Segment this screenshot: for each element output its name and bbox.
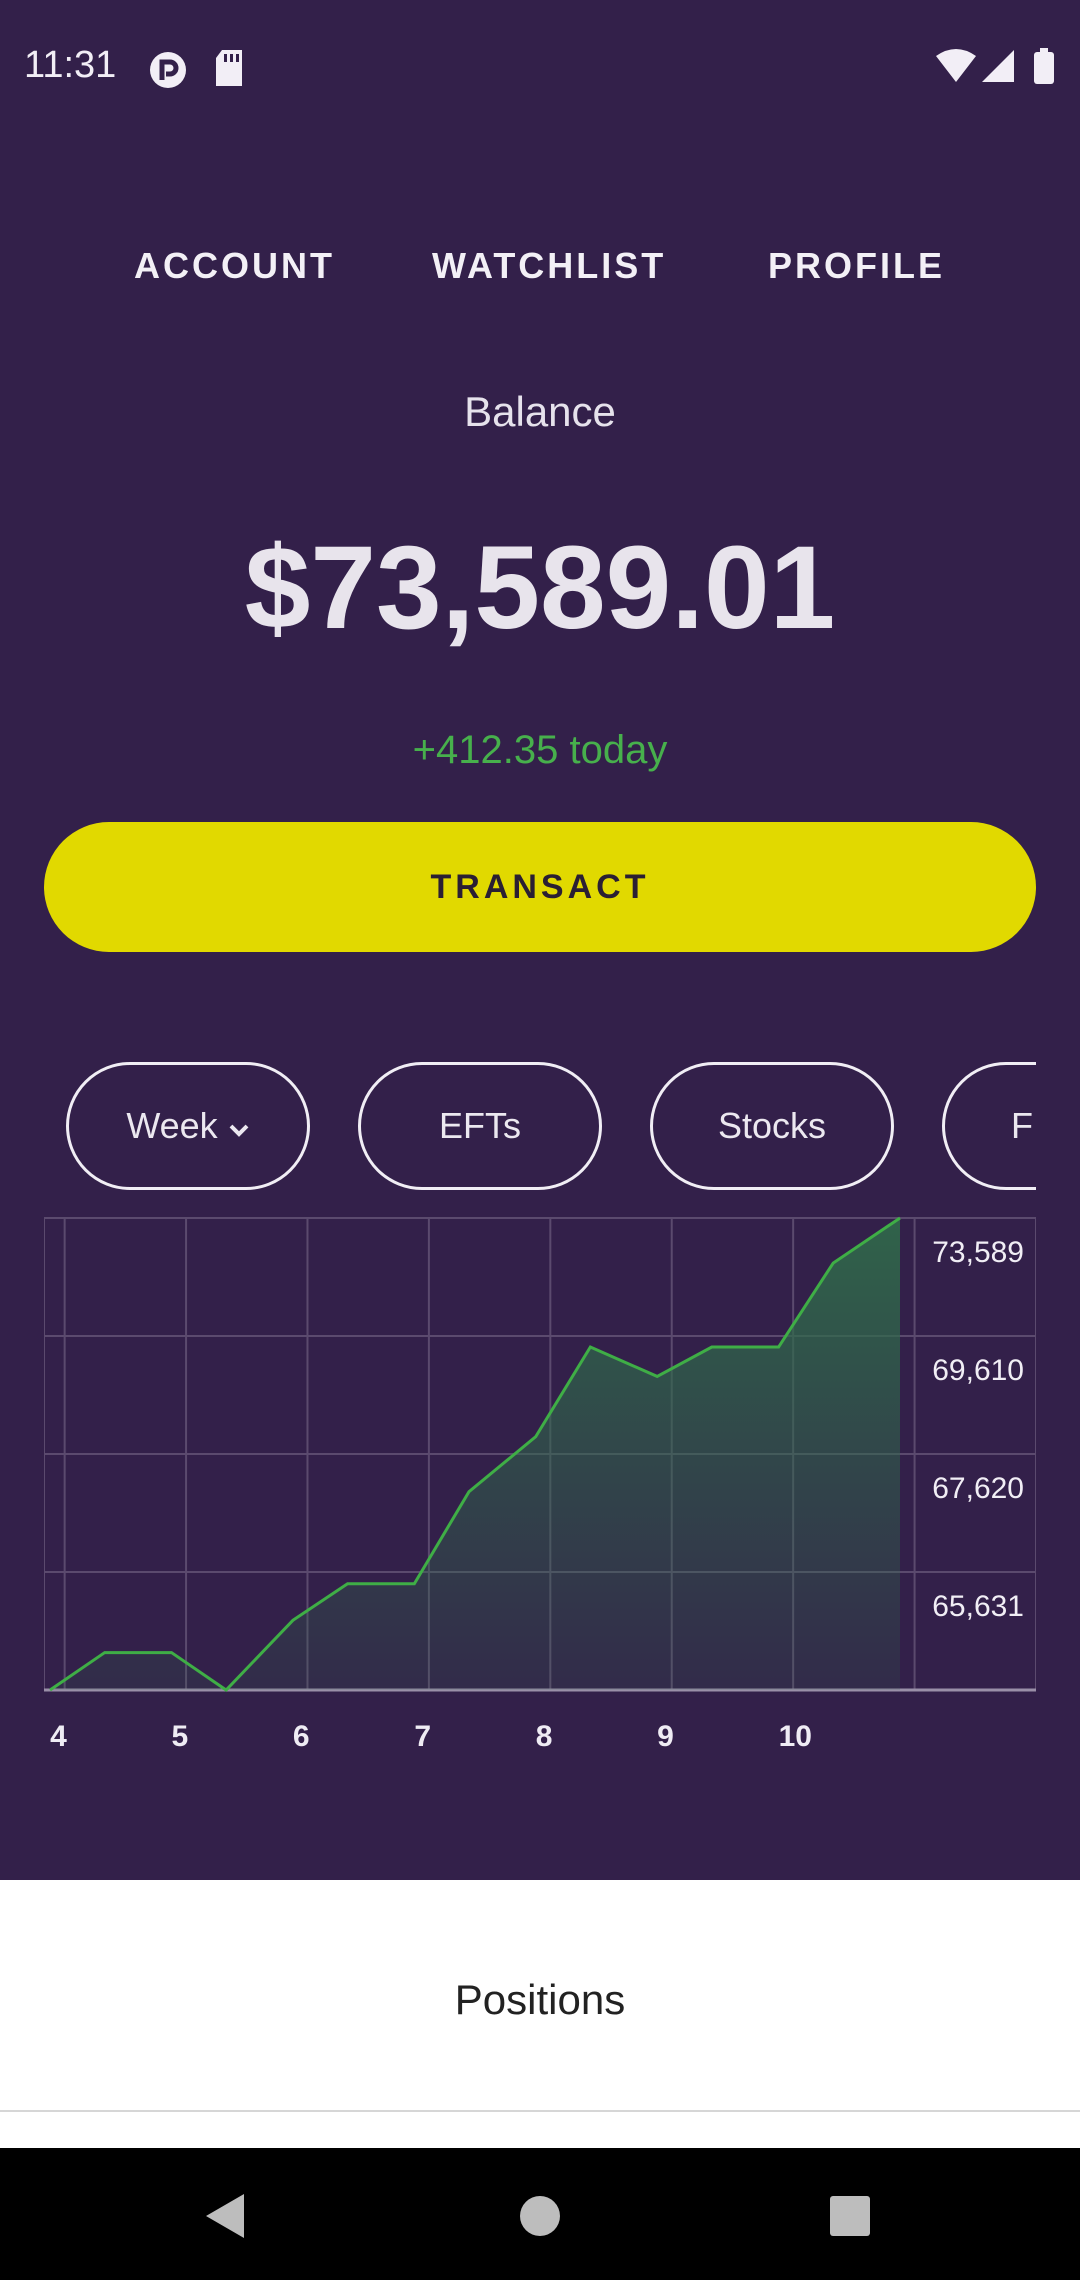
filter-week-dropdown[interactable]: Week [66, 1062, 310, 1190]
system-nav-bar [0, 2148, 1080, 2280]
filter-week-label: Week [126, 1105, 218, 1146]
chevron-down-icon [228, 1105, 250, 1147]
signal-icon [982, 50, 1014, 82]
x-tick-label: 8 [535, 1720, 553, 1753]
tab-account[interactable]: ACCOUNT [134, 245, 335, 287]
daily-change: +412.35 today [412, 728, 668, 772]
y-tick-label: 69,610 [932, 1354, 1024, 1387]
status-bar: 11:31 [0, 0, 1080, 140]
transact-button[interactable]: TRANSACT [44, 822, 1036, 952]
y-tick-label: 65,631 [932, 1590, 1024, 1623]
filter-stocks[interactable]: Stocks [650, 1062, 894, 1190]
pocket-casts-icon [148, 50, 188, 95]
balance-value: $73,589.01 [244, 522, 836, 654]
positions-sheet[interactable]: Positions [0, 1880, 1080, 2148]
x-tick-label: 4 [50, 1720, 67, 1753]
positions-title: Positions [454, 1976, 626, 2023]
x-tick-label: 9 [657, 1720, 674, 1753]
top-nav: ACCOUNT WATCHLIST PROFILE [0, 245, 1080, 305]
x-tick-label: 7 [414, 1720, 431, 1753]
status-right-icons [936, 48, 1056, 93]
filter-stocks-label: Stocks [717, 1105, 827, 1146]
x-tick-label: 6 [292, 1720, 310, 1753]
x-tick-label: 10 [778, 1720, 812, 1753]
x-tick-label: 5 [171, 1720, 189, 1753]
filter-fourth-label: F [1011, 1105, 1033, 1146]
balance-label: Balance [464, 388, 616, 435]
filter-fourth[interactable]: F [942, 1062, 1036, 1190]
balance-chart: 73,589 69,610 67,620 65,631 4 5 6 7 8 9 10 [44, 1212, 1036, 1772]
recents-icon[interactable] [828, 2192, 872, 2245]
status-time: 11:31 [24, 44, 117, 86]
filter-efts[interactable]: EFTs [358, 1062, 602, 1190]
tab-profile[interactable]: PROFILE [768, 245, 945, 287]
y-tick-label: 67,620 [932, 1472, 1024, 1505]
wifi-icon [936, 49, 976, 82]
tab-watchlist[interactable]: WATCHLIST [432, 245, 666, 287]
battery-icon [1034, 48, 1054, 84]
y-tick-label: 73,589 [932, 1236, 1024, 1269]
home-icon[interactable] [518, 2192, 562, 2245]
filter-efts-label: EFTs [438, 1105, 521, 1146]
back-icon[interactable] [204, 2192, 248, 2245]
divider [0, 2110, 1080, 2112]
sd-card-icon [214, 50, 244, 91]
chart-plot [44, 1216, 1036, 1692]
filter-chips: Week EFTs Stocks F [44, 1062, 1036, 1194]
